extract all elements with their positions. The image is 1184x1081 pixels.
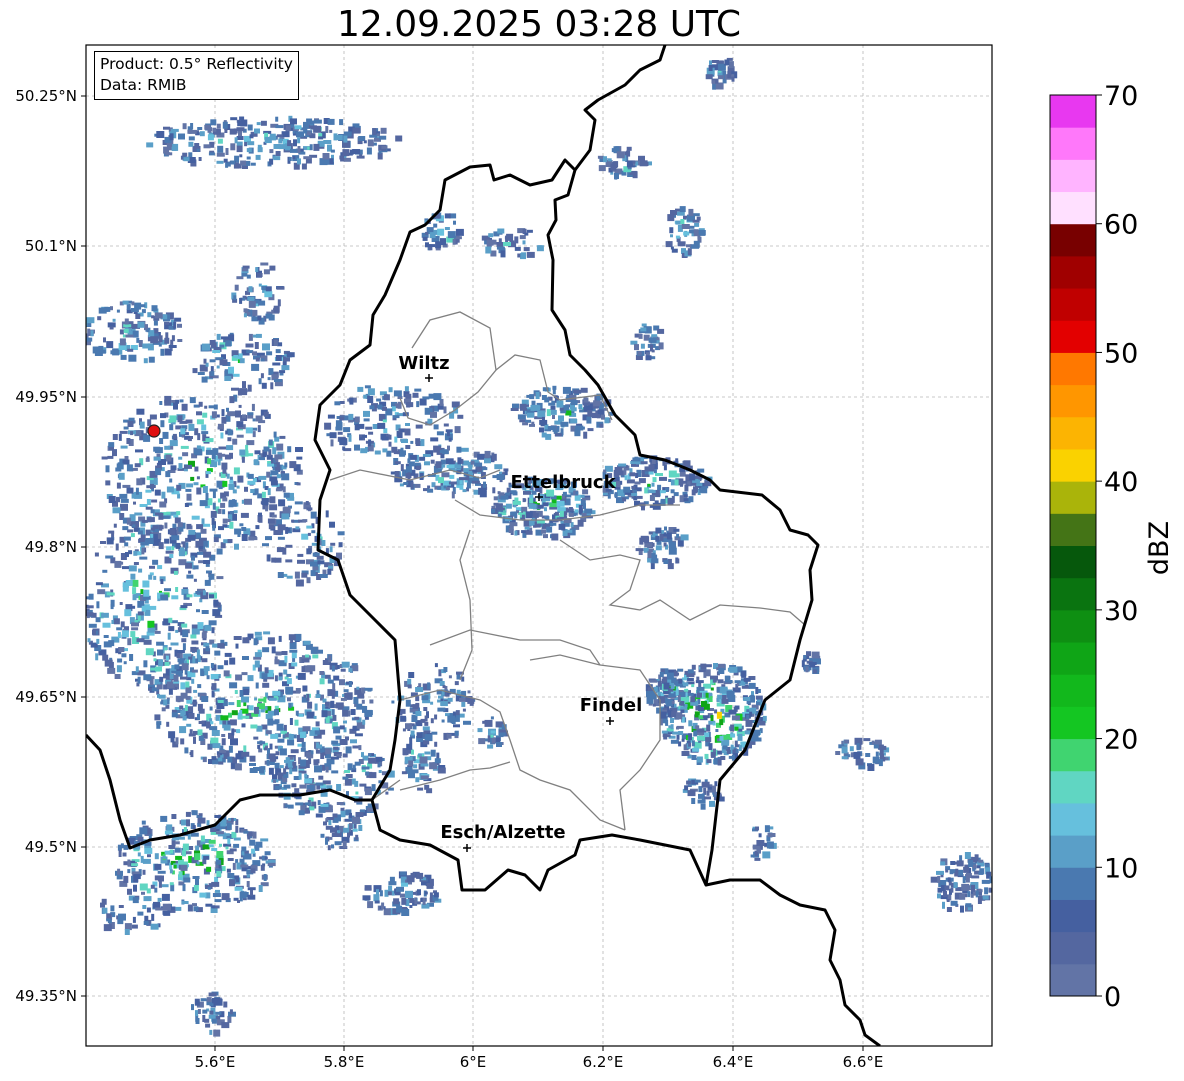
radar-site-dot: [147, 424, 161, 438]
lon-tick-label: 6.2°E: [583, 1053, 624, 1071]
colorbar-segment: [1050, 931, 1096, 965]
colorbar: [1049, 94, 1097, 997]
colorbar-tick-label: 0: [1104, 982, 1121, 1013]
lon-tick-label: 6.6°E: [843, 1053, 884, 1071]
lon-tick-label: 6°E: [460, 1053, 487, 1071]
colorbar-tick-label: 10: [1104, 853, 1138, 884]
colorbar-title: dBZ: [1144, 521, 1175, 575]
data-source-label: Data: RMIB: [100, 76, 187, 94]
colorbar-segment: [1050, 674, 1096, 707]
colorbar-segment: [1050, 577, 1096, 611]
product-info-box: Product: 0.5° Reflectivity Data: RMIB: [94, 51, 299, 100]
colorbar-tick-label: 60: [1104, 210, 1138, 241]
city-label-ettelbruck: Ettelbruck: [510, 472, 616, 493]
colorbar-segment: [1050, 963, 1096, 997]
lat-tick-label: 49.5°N: [25, 838, 77, 856]
lon-tick-label: 5.8°E: [324, 1053, 365, 1071]
colorbar-segment: [1050, 545, 1096, 579]
lon-tick-label: 6.4°E: [713, 1053, 754, 1071]
colorbar-segment: [1050, 159, 1096, 193]
colorbar-segment: [1050, 191, 1096, 225]
colorbar-segment: [1050, 738, 1096, 772]
colorbar-tick-label: 40: [1104, 467, 1138, 498]
lat-tick-label: 50.25°N: [15, 87, 77, 105]
radar-map: 5.6°E 5.8°E 6°E 6.2°E 6.4°E 6.6°E 50.25°N 50.1°…: [15, 44, 1175, 1071]
colorbar-segment: [1050, 255, 1096, 289]
colorbar-segment: [1050, 384, 1096, 418]
colorbar-segment: [1050, 416, 1096, 450]
colorbar-tick-label: 20: [1104, 725, 1138, 756]
colorbar-segment: [1050, 835, 1096, 868]
colorbar-segment: [1050, 352, 1096, 386]
lon-tick-label: 5.6°E: [195, 1053, 236, 1071]
lat-tick-label: 49.65°N: [15, 688, 77, 706]
radar-site-marker: [147, 424, 161, 438]
colorbar-segment: [1050, 448, 1096, 482]
colorbar-segment: [1050, 95, 1096, 128]
colorbar-segment: [1050, 127, 1096, 160]
colorbar-segment: [1050, 223, 1096, 257]
colorbar-segment: [1050, 320, 1096, 353]
lat-tick-label: 49.8°N: [25, 538, 77, 556]
colorbar-tick-label: 50: [1104, 338, 1138, 369]
colorbar-tick-label: 70: [1104, 81, 1138, 112]
lat-tick-label: 50.1°N: [25, 237, 77, 255]
lat-tick-label: 49.35°N: [15, 987, 77, 1005]
colorbar-segment: [1050, 867, 1096, 900]
colorbar-segment: [1050, 609, 1096, 643]
colorbar-segment: [1050, 288, 1096, 321]
lat-tick-label: 49.95°N: [15, 388, 77, 406]
colorbar-segment: [1050, 481, 1096, 514]
colorbar-tick-label: 30: [1104, 596, 1138, 627]
product-label: Product: 0.5° Reflectivity: [100, 55, 293, 73]
colorbar-segment: [1050, 642, 1096, 675]
city-label-findel: Findel: [580, 695, 643, 716]
city-label-wiltz: Wiltz: [398, 353, 449, 374]
city-label-esch-alzette: Esch/Alzette: [440, 822, 565, 843]
colorbar-ticks: 0 10 20 30 40 50 60 70: [1096, 81, 1138, 1013]
colorbar-segment: [1050, 770, 1096, 804]
colorbar-segment: [1050, 802, 1096, 836]
colorbar-segment: [1050, 706, 1096, 740]
colorbar-segment: [1050, 513, 1096, 546]
colorbar-segment: [1050, 899, 1096, 933]
